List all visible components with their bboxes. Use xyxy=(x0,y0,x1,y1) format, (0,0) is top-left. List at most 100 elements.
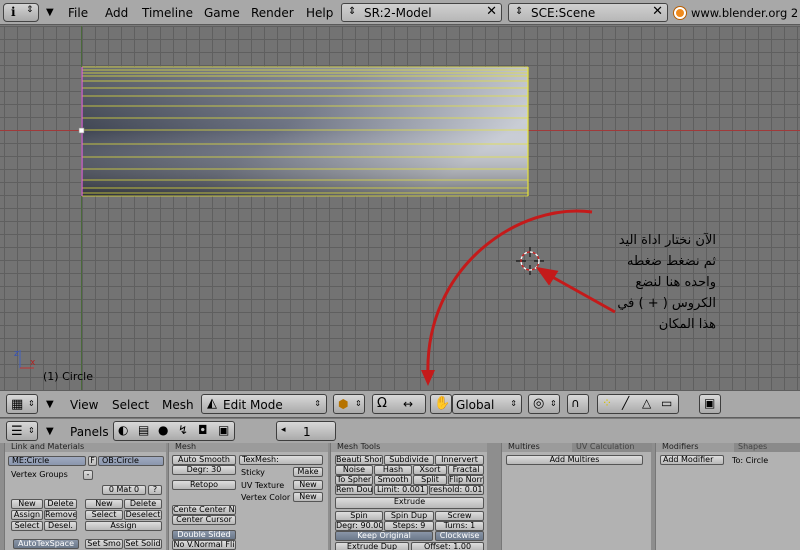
chevron-updown-icon[interactable]: ⇕ xyxy=(515,6,523,17)
menu-view[interactable]: View xyxy=(70,398,98,412)
scene-name[interactable]: SCE:Scene xyxy=(531,6,595,20)
fake-user-button[interactable]: F xyxy=(88,456,97,466)
vgroup-new-button[interactable]: New xyxy=(11,499,43,509)
material-select-button[interactable]: Select xyxy=(85,510,123,520)
limit-field[interactable]: Limit: 0.001 xyxy=(374,485,428,495)
subdivide-button[interactable]: Subdivide xyxy=(384,455,434,465)
collapse-triangle-icon[interactable]: ▼ xyxy=(46,7,54,18)
offset-field[interactable]: Offset: 1.00 xyxy=(411,542,484,550)
xsort-button[interactable]: Xsort xyxy=(413,465,447,475)
occlude-icon[interactable]: ▭ xyxy=(661,396,672,410)
uv-calculation-tab[interactable]: UV Calculation xyxy=(572,443,652,452)
material-new-button[interactable]: New xyxy=(85,499,123,509)
panel-title[interactable]: Mesh Tools xyxy=(331,443,487,452)
spin-degree-field[interactable]: Degr: 90.00 xyxy=(335,521,383,531)
proportional-edit-button[interactable]: ∩ xyxy=(567,394,589,414)
3d-viewport[interactable]: z x الآن نختار اداة اليد ثم نضغط ضغطه وا… xyxy=(0,26,800,390)
pivot-icon[interactable]: Ω xyxy=(377,396,387,411)
script-icon[interactable]: ▤ xyxy=(138,423,149,437)
split-button[interactable]: Split xyxy=(413,475,447,485)
screw-button[interactable]: Screw xyxy=(435,511,484,521)
auto-smooth-degree[interactable]: Degr: 30 xyxy=(172,465,236,475)
center-new-button[interactable]: Cente Center Ne xyxy=(172,505,236,515)
object-name-field[interactable]: OB:Circle xyxy=(98,456,164,466)
material-help-button[interactable]: ? xyxy=(148,485,162,495)
shapes-tab[interactable]: Shapes xyxy=(734,443,800,452)
context-tabs[interactable]: ◐ ▤ ● ↯ ◘ ▣ xyxy=(113,421,235,441)
menu-render[interactable]: Render xyxy=(251,6,294,20)
screen-selector[interactable]: ⇕ SR:2-Model ✕ xyxy=(341,3,502,22)
material-delete-button[interactable]: Delete xyxy=(124,499,162,509)
material-assign-button[interactable]: Assign xyxy=(85,521,162,531)
add-modifier-button[interactable]: Add Modifier xyxy=(660,455,724,465)
shading-icon[interactable]: ● xyxy=(158,423,168,437)
panel-title[interactable]: Modifiers xyxy=(656,443,734,452)
smooth-button[interactable]: Smooth xyxy=(374,475,412,485)
vgroup-menu-button[interactable]: - xyxy=(83,470,93,480)
menu-timeline[interactable]: Timeline xyxy=(142,6,193,20)
close-icon[interactable]: ✕ xyxy=(652,4,663,19)
keep-original-toggle[interactable]: Keep Original xyxy=(335,531,433,541)
menu-add[interactable]: Add xyxy=(105,6,128,20)
spin-steps-field[interactable]: Steps: 9 xyxy=(384,521,434,531)
menu-help[interactable]: Help xyxy=(306,6,333,20)
chevron-updown-icon[interactable]: ⇕ xyxy=(348,6,356,17)
autotexspace-toggle[interactable]: AutoTexSpace xyxy=(13,539,79,549)
left-arrow-icon[interactable]: ◂ xyxy=(281,425,286,435)
menu-game[interactable]: Game xyxy=(204,6,240,20)
screen-name[interactable]: SR:2-Model xyxy=(364,6,432,20)
collapse-triangle-icon[interactable]: ▼ xyxy=(46,399,54,410)
retopo-toggle[interactable]: Retopo xyxy=(172,480,236,490)
set-smooth-button[interactable]: Set Smo xyxy=(85,539,123,549)
scene-selector[interactable]: ⇕ SCE:Scene ✕ xyxy=(508,3,668,22)
translate-arrows-icon[interactable]: ↔ xyxy=(403,397,413,411)
vgroup-select-button[interactable]: Select xyxy=(11,521,43,531)
to-sphere-button[interactable]: To Spher xyxy=(335,475,373,485)
noise-button[interactable]: Noise xyxy=(335,465,373,475)
auto-smooth-toggle[interactable]: Auto Smooth xyxy=(172,455,236,465)
editing-icon[interactable]: ◘ xyxy=(198,423,208,437)
vertex-select-icon[interactable]: ⁘ xyxy=(602,396,612,410)
beauty-short-toggle[interactable]: Beauti Short xyxy=(335,455,383,465)
vgroup-delete-button[interactable]: Delete xyxy=(44,499,77,509)
spin-dup-button[interactable]: Spin Dup xyxy=(384,511,434,521)
clockwise-toggle[interactable]: Clockwise xyxy=(435,531,484,541)
set-solid-button[interactable]: Set Solid xyxy=(124,539,162,549)
vgroup-assign-button[interactable]: Assign xyxy=(11,510,43,520)
logic-icon[interactable]: ◐ xyxy=(118,423,128,437)
close-icon[interactable]: ✕ xyxy=(486,4,497,19)
extrude-dup-button[interactable]: Extrude Dup xyxy=(335,542,409,550)
collapse-triangle-icon[interactable]: ▼ xyxy=(46,426,54,437)
double-sided-toggle[interactable]: Double Sided xyxy=(172,530,236,540)
pivot-manipulator-group[interactable]: Ω ↔ xyxy=(372,394,426,414)
material-deselect-button[interactable]: Deselect xyxy=(124,510,162,520)
orientation-select[interactable]: Global ⇕ xyxy=(452,394,522,414)
menu-file[interactable]: File xyxy=(68,6,88,20)
menu-select[interactable]: Select xyxy=(112,398,149,412)
editor-type-button[interactable]: i ⇕ xyxy=(3,3,39,22)
viewport-editor-type-button[interactable]: ▦ ⇕ xyxy=(6,394,38,414)
draw-type-button[interactable]: ⬢ ⇕ xyxy=(333,394,365,414)
frame-value[interactable]: 1 xyxy=(303,425,311,439)
vgroup-deselect-button[interactable]: Desel. xyxy=(44,521,77,531)
render-view-button[interactable]: ▣ xyxy=(699,394,721,414)
scene-icon[interactable]: ▣ xyxy=(218,423,229,437)
threshold-field[interactable]: reshold: 0.010 xyxy=(429,485,484,495)
vertex-color-new-button[interactable]: New xyxy=(293,492,323,502)
sticky-make-button[interactable]: Make xyxy=(293,467,323,477)
remove-doubles-button[interactable]: Rem Dou xyxy=(335,485,373,495)
edge-select-icon[interactable]: ╱ xyxy=(622,396,629,410)
buttons-editor-type-button[interactable]: ☰ ⇕ xyxy=(6,421,38,441)
layer-button[interactable]: ◎ ⇕ xyxy=(528,394,560,414)
mesh-name-field[interactable]: ME:Circle xyxy=(8,456,86,466)
spin-button[interactable]: Spin xyxy=(335,511,383,521)
extrude-button[interactable]: Extrude xyxy=(335,497,484,509)
hand-tool-button[interactable]: ✋ xyxy=(430,394,452,414)
panels-label[interactable]: Panels xyxy=(70,425,109,439)
mode-select[interactable]: ◭ Edit Mode ⇕ xyxy=(201,394,327,414)
object-icon[interactable]: ↯ xyxy=(178,423,188,437)
panel-title[interactable]: Link and Materials xyxy=(5,443,166,452)
menu-mesh[interactable]: Mesh xyxy=(162,398,194,412)
frame-number-field[interactable]: ◂ 1 xyxy=(276,421,336,441)
panel-title[interactable]: Multires xyxy=(502,443,572,452)
